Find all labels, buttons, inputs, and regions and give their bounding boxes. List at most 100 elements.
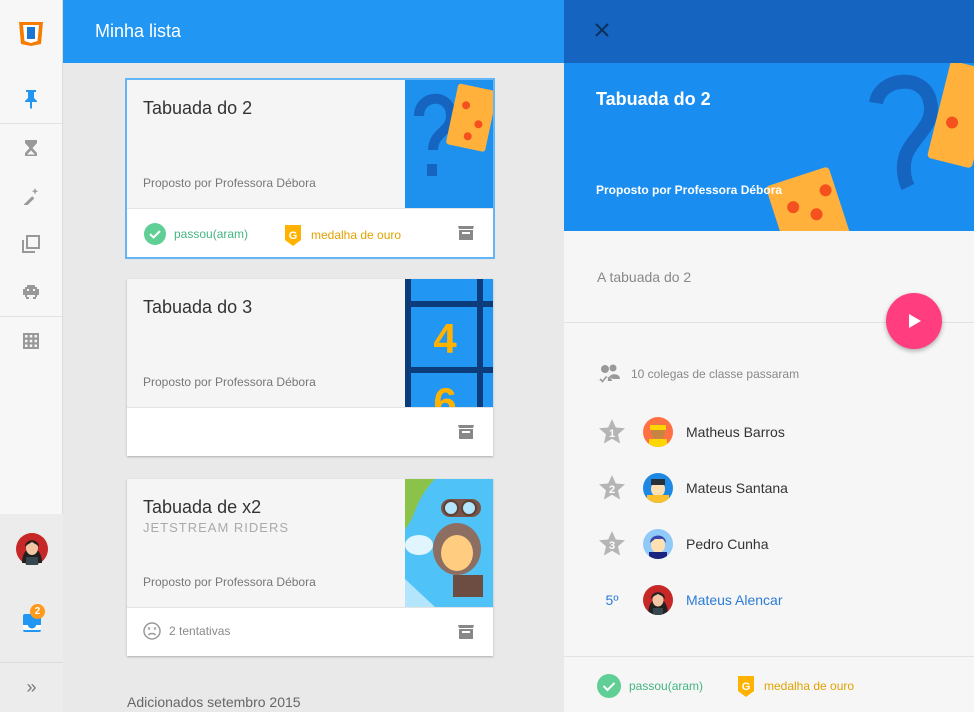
svg-text:G: G — [289, 230, 298, 242]
expand-icon: » — [26, 677, 37, 697]
nav-library[interactable] — [0, 220, 62, 268]
peers-summary: 10 colegas de classe passaram — [597, 363, 799, 385]
passed-label: passou(aram) — [629, 679, 704, 693]
card-thumbnail: 4 6 — [405, 279, 493, 407]
gold-medal-icon: G — [738, 676, 754, 697]
close-icon — [595, 23, 609, 37]
medal-label: medalha de ouro — [311, 228, 402, 242]
nav-classes[interactable] — [0, 317, 62, 365]
description-text: A tabuada do 2 — [597, 269, 692, 285]
expand-button[interactable]: » — [0, 662, 63, 712]
card-title: Tabuada do 2 — [143, 98, 253, 118]
app-header: Minha lista — [63, 0, 564, 63]
play-button[interactable] — [886, 293, 942, 349]
nav-create[interactable] — [0, 172, 62, 220]
sad-face-icon — [143, 622, 161, 640]
card-footer — [127, 407, 493, 456]
avatar — [643, 473, 673, 503]
detail-author: Proposto por Professora Débora — [596, 183, 783, 197]
nav-pending[interactable] — [0, 124, 62, 172]
app-logo[interactable] — [0, 0, 62, 63]
page-title: Minha lista — [95, 21, 182, 41]
svg-text:4: 4 — [433, 315, 457, 362]
archive-icon — [458, 425, 474, 439]
card-body: Tabuada de x2 JETSTREAM RIDERS Proposto … — [127, 479, 405, 607]
medal-status: G medalha de ouro — [283, 223, 401, 247]
student-name: Pedro Cunha — [686, 536, 769, 552]
student-name: Mateus Alencar — [686, 592, 783, 608]
activity-card[interactable]: Tabuada do 3 Proposto por Professora Déb… — [127, 279, 493, 456]
nav-games[interactable] — [0, 268, 62, 316]
nav-pinned[interactable] — [0, 75, 62, 123]
user-avatar-button[interactable] — [0, 514, 63, 584]
rank-position: 5º — [597, 592, 627, 608]
ranking-row[interactable]: 1 Matheus Barros — [597, 412, 937, 452]
svg-text:6: 6 — [433, 379, 456, 407]
archive-icon — [458, 226, 474, 240]
activity-list: Tabuada do 2 Proposto por Professora Déb… — [63, 63, 564, 712]
user-avatar — [15, 533, 48, 565]
avatar — [643, 417, 673, 447]
card-subtitle: JETSTREAM RIDERS — [143, 520, 290, 535]
passed-label: passou(aram) — [174, 227, 249, 241]
detail-footer: passou(aram) G medalha de ouro — [564, 656, 974, 712]
rank-star: 1 — [597, 417, 627, 447]
attempts-status: 2 tentativas — [143, 622, 230, 640]
avatar — [643, 529, 673, 559]
archive-button[interactable] — [457, 624, 475, 645]
avatar — [643, 585, 673, 615]
svg-text:G: G — [742, 681, 751, 693]
archive-button[interactable] — [457, 424, 475, 445]
inbox-button[interactable]: 2 — [0, 584, 63, 662]
archive-icon — [458, 625, 474, 639]
student-name: Matheus Barros — [686, 424, 785, 440]
medal-status: G medalha de ouro — [736, 674, 854, 698]
card-footer: passou(aram) G medalha de ouro — [127, 208, 493, 257]
play-icon — [909, 314, 921, 328]
grid-icon — [23, 333, 39, 349]
rank-star: 3 — [597, 529, 627, 559]
card-title: Tabuada de x2 — [143, 497, 262, 517]
check-circle-icon — [144, 223, 166, 245]
left-rail: 2 » — [0, 0, 63, 712]
card-thumbnail — [405, 80, 493, 208]
app-logo-icon — [19, 21, 43, 46]
rank-star: 2 — [597, 473, 627, 503]
rail-bottom: 2 » — [0, 514, 63, 712]
hourglass-icon — [25, 140, 37, 156]
space-invader-icon — [23, 285, 39, 299]
attempts-label: 2 tentativas — [169, 624, 231, 638]
detail-title: Tabuada do 2 — [596, 89, 711, 109]
card-author: Proposto por Professora Débora — [143, 375, 316, 389]
rank-number: 5º — [605, 592, 619, 608]
inbox-badge: 2 — [30, 604, 45, 619]
section-heading: Adicionados setembro 2015 — [127, 694, 301, 710]
copy-icon — [22, 235, 40, 253]
card-author: Proposto por Professora Débora — [143, 575, 316, 589]
rank-number: 1 — [608, 427, 616, 440]
card-title: Tabuada do 3 — [143, 297, 253, 317]
group-check-icon — [598, 364, 620, 384]
ranking-row[interactable]: 2 Mateus Santana — [597, 468, 937, 508]
archive-button[interactable] — [457, 225, 475, 246]
activity-card[interactable]: Tabuada de x2 JETSTREAM RIDERS Proposto … — [127, 479, 493, 656]
card-thumbnail — [405, 479, 493, 607]
ranking-row[interactable]: 3 Pedro Cunha — [597, 524, 937, 564]
detail-hero: Tabuada do 2 Proposto por Professora Déb… — [564, 63, 974, 231]
pin-icon — [25, 90, 37, 109]
student-name: Mateus Santana — [686, 480, 788, 496]
medal-label: medalha de ouro — [764, 679, 855, 693]
ranking-row-current-user[interactable]: 5º Mateus Alencar — [597, 580, 937, 620]
card-body: Tabuada do 2 Proposto por Professora Déb… — [127, 80, 405, 208]
gold-medal-icon: G — [285, 225, 301, 246]
activity-card[interactable]: Tabuada do 2 Proposto por Professora Déb… — [125, 78, 495, 259]
magic-wand-icon — [23, 188, 39, 205]
close-button[interactable] — [594, 22, 610, 43]
peers-label: 10 colegas de classe passaram — [631, 367, 800, 381]
passed-status: passou(aram) — [597, 674, 703, 698]
card-author: Proposto por Professora Débora — [143, 176, 316, 190]
detail-header — [564, 0, 974, 63]
rank-number: 2 — [608, 483, 616, 496]
check-circle-icon — [597, 674, 621, 698]
card-body: Tabuada do 3 Proposto por Professora Déb… — [127, 279, 405, 407]
